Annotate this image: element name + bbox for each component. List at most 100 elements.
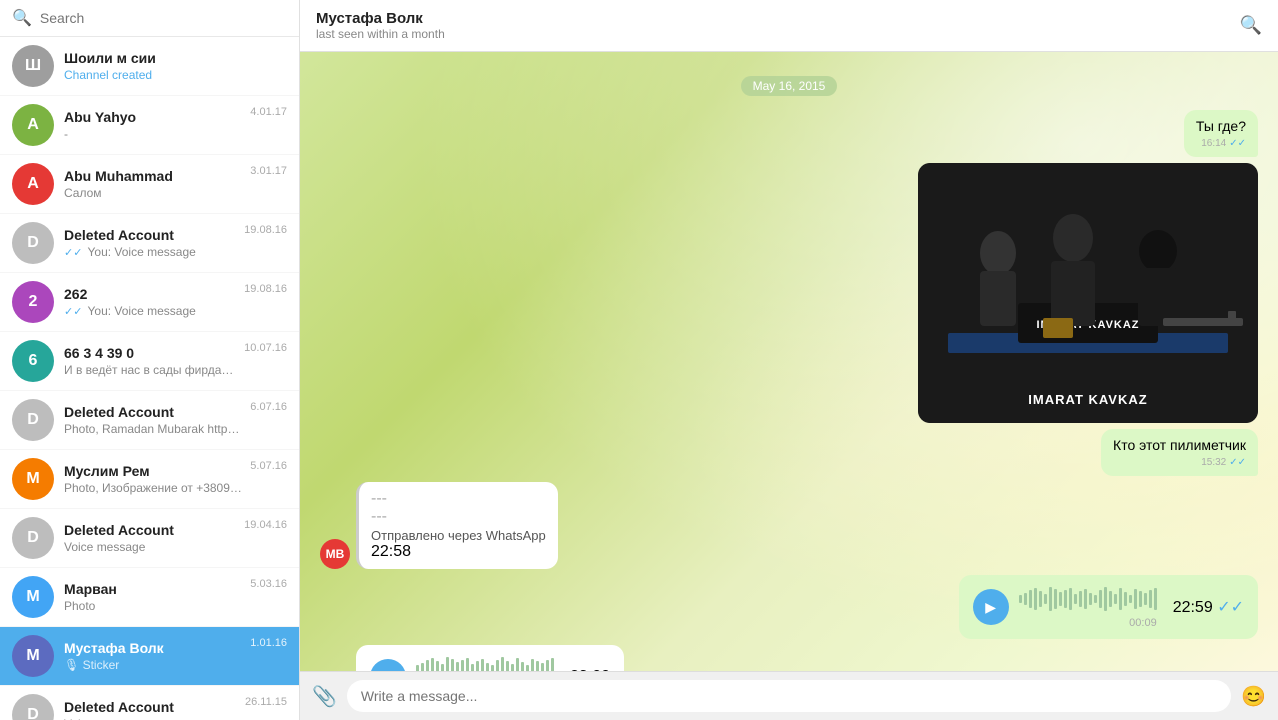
avatar: 2 [12,281,54,323]
avatar: Ш [12,45,54,87]
chat-list-item[interactable]: DDeleted AccountVoice message19.04.16 [0,509,299,568]
message-row: IMARAT KAVKAZ [320,163,1258,423]
waveform-bar [551,658,554,671]
chat-status: last seen within a month [316,27,445,41]
tick-icon: ✓✓ [1217,599,1244,616]
message-text: Ты где? [1196,118,1246,134]
waveform-bar [496,660,499,671]
waveform-bar [1154,588,1157,610]
avatar: М [12,635,54,677]
message-text: Кто этот пилиметчик [1113,437,1246,453]
chat-time: 19.08.16 [244,224,287,236]
waveform-bar [471,664,474,671]
chat-list-item[interactable]: М Муслим Рем Photo, Изображение от +38097/… [0,450,299,509]
chat-name: 66 3 4 39 0 [64,345,236,361]
waveform-bar [1049,587,1052,611]
chat-preview: ✓✓ You: Voice message [64,304,236,318]
forwarded-dots: ------ [371,490,546,526]
message-time: 22:58 [371,543,411,560]
chat-name: Abu Yahyo [64,109,242,125]
date-badge: May 16, 2015 [741,76,838,96]
waveform-bar [446,657,449,671]
chat-info: Муслим Рем Photo, Изображение от +38097/8… [64,463,242,495]
avatar: D [12,399,54,441]
chat-header-info: Мустафа Волк last seen within a month [316,10,445,41]
chat-preview: - [64,127,242,141]
chat-area: Мустафа Волк last seen within a month 🔍 … [300,0,1278,720]
forwarded-message: ------ Отправлено через WhatsApp 22:58 [356,482,558,569]
chat-list-item[interactable]: AAbu MuhammadСалом3.01.17 [0,155,299,214]
chat-list-item[interactable]: D Deleted AccountPhoto, Ramadan Mubarak h… [0,391,299,450]
waveform-bar [441,664,444,671]
tick-icon: ✓✓ [1229,457,1246,468]
waveform-bar [1109,591,1112,607]
waveform-bar [421,663,424,671]
avatar: 6 [12,340,54,382]
attach-icon[interactable]: 📎 [312,684,337,709]
waveform-bar [511,664,514,671]
waveform-bar [1069,588,1072,610]
chat-info: Abu Yahyo - [64,109,242,141]
photo-svg: IMARAT KAVKAZ [918,163,1258,423]
waveform-bar [1149,590,1152,608]
waveform-bar [516,658,519,671]
chat-time: 10.07.16 [244,342,287,354]
message-row: Кто этот пилиметчик 15:32 ✓✓ [320,429,1258,476]
waveform-bar [1029,590,1032,608]
chat-name: 262 [64,286,236,302]
message-meta: 22:58 [371,543,546,561]
search-input[interactable] [40,10,287,26]
message-time: 16:14 [1201,138,1226,149]
message-row: MB ------ Отправлено через WhatsApp 22:5… [320,482,1258,569]
waveform-bar [1074,594,1077,604]
waveform-bar [1094,595,1097,603]
chat-list-item[interactable]: DDeleted Account✓✓ You: Voice message19.… [0,214,299,273]
chat-info: Deleted AccountPhoto, Ramadan Mubarak ht… [64,404,242,436]
message-meta: 16:14 ✓✓ [1196,138,1246,149]
message-input[interactable] [347,680,1231,712]
play-button[interactable]: ▶ [973,589,1009,625]
waveform-bar [521,662,524,671]
message-bubble: Кто этот пилиметчик 15:32 ✓✓ [1101,429,1258,476]
emoji-icon[interactable]: 😊 [1241,684,1266,709]
chat-list-item[interactable]: DDeleted AccountVoice message26.11.15 [0,686,299,720]
chat-contact-name: Мустафа Волк [316,10,445,27]
chat-time: 26.11.15 [245,696,287,708]
chat-time: 6.07.16 [250,401,287,413]
chat-list-item[interactable]: ММарванPhoto5.03.16 [0,568,299,627]
play-button[interactable]: ▶ [370,659,406,671]
waveform-bar [536,661,539,671]
waveform-bar [1124,592,1127,606]
chat-info: Deleted AccountVoice message [64,522,236,554]
waveform-bar [1089,593,1092,605]
waveform-bar [501,657,504,671]
chat-name: Deleted Account [64,227,236,243]
waveform-bar [1104,587,1107,611]
chat-list-item[interactable]: AAbu Yahyo-4.01.17 [0,96,299,155]
avatar: A [12,163,54,205]
waveform-bar [486,663,489,671]
waveform-bar [1039,591,1042,607]
search-chat-icon[interactable]: 🔍 [1240,15,1262,36]
chat-name: Мустафа Волк [64,640,242,656]
chat-name: Муслим Рем [64,463,242,479]
chat-preview: Photo, Изображение от +38097/8266916 [64,481,242,495]
chat-time: 5.07.16 [250,460,287,472]
waveform-bar [541,663,544,671]
waveform-bar [546,660,549,671]
waveform-bar [1114,594,1117,604]
waveform-bar [1084,589,1087,609]
message-row: MB ▶ 00:04 23:00 [320,645,1258,671]
messages-container: May 16, 2015 Ты где? 16:14 ✓✓ [300,52,1278,671]
chat-list-item[interactable]: ШШоили м сииChannel created [0,37,299,96]
chat-list-item[interactable]: 666 3 4 39 0И в ведёт нас в сады фирдаус… [0,332,299,391]
chat-list-item[interactable]: 2262✓✓ You: Voice message19.08.16 [0,273,299,332]
waveform-bar [1064,590,1067,608]
chat-preview: Voice message [64,540,236,554]
avatar: М [12,458,54,500]
chat-list-item[interactable]: ММустафа Волк🎙 Sticker1.01.16 [0,627,299,686]
waveform-bar [1099,590,1102,608]
audio-waveform [1019,585,1157,613]
message-meta: 15:32 ✓✓ [1113,457,1246,468]
chat-info: МарванPhoto [64,581,242,613]
